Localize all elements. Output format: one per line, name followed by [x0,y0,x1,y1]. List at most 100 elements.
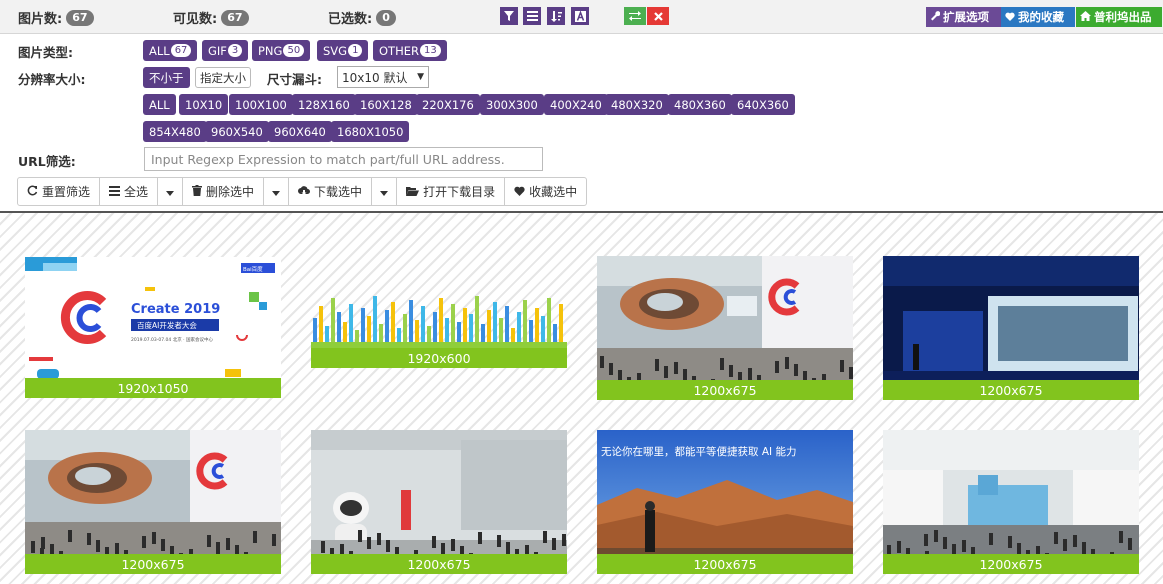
open-download-dir-button[interactable]: 打开下载目录 [397,178,506,205]
type-filter-svg[interactable]: SVG 1 [317,40,369,61]
sort-icon[interactable] [547,7,565,25]
size-filter-960x640[interactable]: 960X640 [268,121,332,142]
equalizer-bar [547,298,551,348]
crowd-person [161,539,165,551]
heart-icon [1005,10,1015,24]
delete-selected-button[interactable]: 删除选中 [183,178,265,205]
my-favorites-label: 我的收藏 [1018,10,1064,24]
close-icon[interactable] [647,7,669,25]
thumbnail[interactable]: 1200x675 [25,430,281,574]
crowd-person [1008,536,1012,548]
image-count: 图片数: 67 [18,8,94,27]
size-filter-480x320[interactable]: 480X320 [605,94,669,115]
funnel-label: 尺寸漏斗: [267,72,322,87]
res-mode-exact-button[interactable]: 指定大小 [195,67,251,88]
crowd-person [226,538,230,550]
crowd-person [478,532,482,544]
crowd-person [720,358,724,370]
equalizer-bar [439,298,443,348]
filter-icon[interactable] [500,7,518,25]
folder-open-icon [406,185,420,199]
reset-filter-button[interactable]: 重置筛选 [18,178,101,205]
size-filter-220x176[interactable]: 220X176 [416,94,480,115]
thumbnail[interactable]: 1200x675 [311,430,567,574]
favorite-selected-label: 收藏选中 [529,185,578,199]
type-filter-png[interactable]: PNG 50 [252,40,311,61]
thumbnail[interactable]: 无论你在哪里，都能平等便捷获取 AI 能力 1200x675 [597,430,853,574]
thumbnail[interactable]: 1200x675 [597,256,853,400]
size-filter-1680x1050[interactable]: 1680X1050 [331,121,410,142]
crowd-person [664,366,668,378]
crowd-person [506,542,510,554]
image-gallery: Create 2019 百度AI开发者大会 2019.07.03-07.04 北… [0,213,1163,584]
equalizer-bar [559,304,563,348]
select-dropdown-toggle[interactable] [158,178,184,205]
size-filter-300x300[interactable]: 300X300 [480,94,544,115]
res-mode-min-button[interactable]: 不小于 [143,67,190,88]
type-filter-all[interactable]: ALL 67 [143,40,198,61]
download-dropdown-toggle[interactable] [372,178,398,205]
thumbnail-image [25,430,281,574]
download-selected-button[interactable]: 下载选中 [289,178,373,205]
thumbnail-image [883,430,1139,574]
size-filter-400x240[interactable]: 400X240 [544,94,608,115]
size-filter-960x540[interactable]: 960X540 [205,121,269,142]
size-filter-all[interactable]: ALL [143,94,176,115]
crowd-person [849,367,853,379]
size-filter-854x480[interactable]: 854X480 [143,121,207,142]
delete-dropdown-toggle[interactable] [264,178,290,205]
thumbnail[interactable]: 1920x600 [311,292,567,368]
size-filter-100x100[interactable]: 100X100 [229,94,293,115]
equalizer-bar [409,300,413,348]
list-view-icon[interactable] [523,7,541,25]
url-filter-input[interactable] [144,147,543,171]
extend-options-button[interactable]: 扩展选项 [926,7,1001,27]
delete-selected-label: 删除选中 [206,185,255,199]
select-all-button[interactable]: 全选 [100,178,159,205]
banner-slogan: 无论你在哪里，都能平等便捷获取 AI 能力 [601,445,796,458]
visible-count-badge: 67 [221,9,249,26]
crowd-person [358,530,362,542]
thumbnail-size-caption: 1200x675 [883,554,1139,574]
crowd-person [68,530,72,542]
funnel-select[interactable]: 10x10 默认 ▼ [337,66,429,88]
size-filter-10x10[interactable]: 10X10 [179,94,229,115]
equalizer-bar [319,306,323,348]
size-filter-640x360[interactable]: 640X360 [731,94,795,115]
thumbnail[interactable]: 1200x675 [883,256,1139,400]
favorite-selected-button[interactable]: 收藏选中 [505,178,586,205]
font-icon[interactable] [571,7,589,25]
crowd-person [609,363,613,375]
size-filter-128x160[interactable]: 128X160 [292,94,356,115]
download-selected-label: 下载选中 [314,185,363,199]
size-filter-160x128[interactable]: 160X128 [354,94,418,115]
crowd-person [934,530,938,542]
crowd-person [367,537,371,549]
crowd-person [897,541,901,553]
crowd-person [87,533,91,545]
thumbnail[interactable]: 1200x675 [883,430,1139,574]
equalizer-bar [523,300,527,348]
size-filter-480x360[interactable]: 480X360 [668,94,732,115]
crowd-person [989,533,993,545]
type-filter-gif[interactable]: GIF 3 [202,40,249,61]
crowd-person [272,534,276,546]
crowd-person [377,533,381,545]
swap-icon[interactable] [624,7,646,25]
poster-subtitle: 百度AI开发者大会 [137,320,197,330]
crowd-person [432,536,436,548]
select-all-label: 全选 [124,185,149,199]
funnel-select-value: 10x10 默认 [342,70,408,85]
crowd-person [840,360,844,372]
baidu-logo: Bai百度 [243,265,263,273]
thumbnail-size-caption: 1200x675 [883,380,1139,400]
list-icon [109,185,121,199]
type-filter-other[interactable]: OTHER 13 [373,40,447,61]
crowd-person [497,535,501,547]
my-favorites-button[interactable]: 我的收藏 [1001,7,1075,27]
cloud-download-icon [298,185,311,199]
crowd-person [207,535,211,547]
brand-home-button[interactable]: 普利坞出品 [1076,7,1162,27]
thumbnail[interactable]: Create 2019 百度AI开发者大会 2019.07.03-07.04 北… [25,257,281,398]
crowd-person [775,361,779,373]
